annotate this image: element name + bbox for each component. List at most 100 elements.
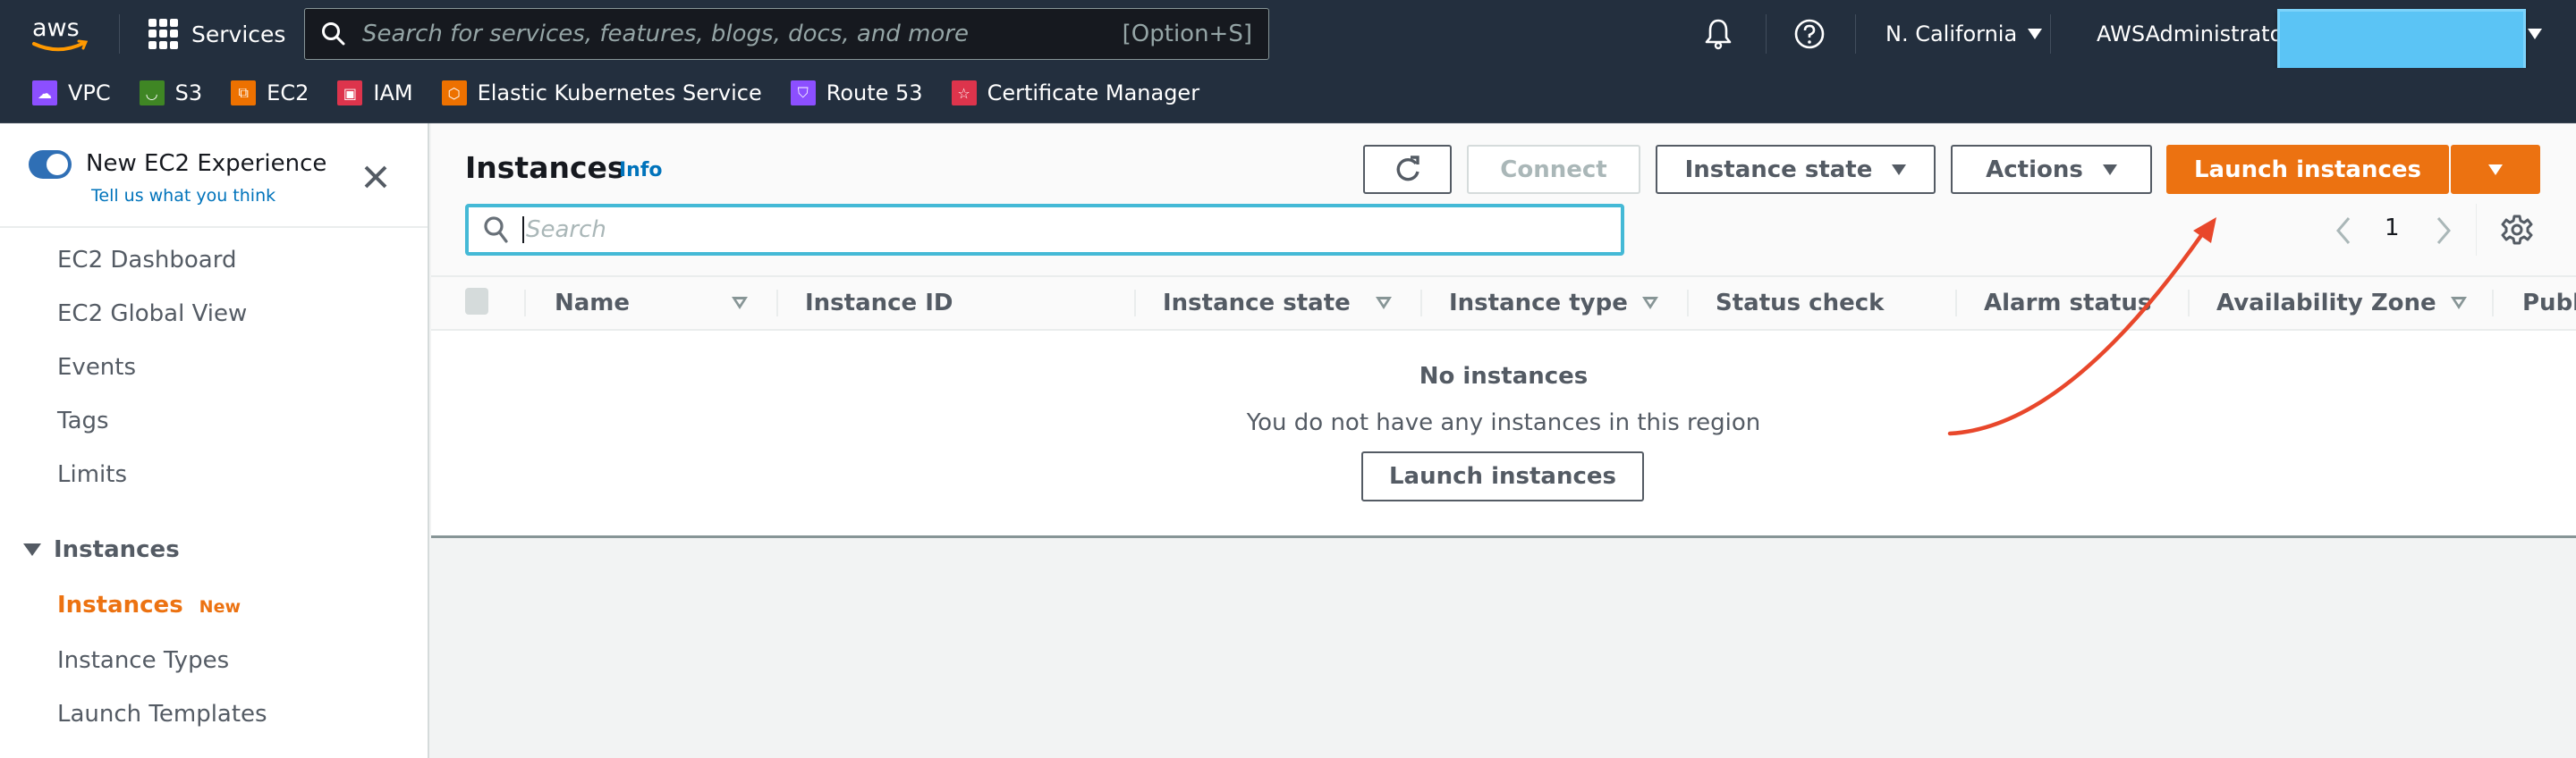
column-header-name[interactable]: Name — [555, 290, 630, 316]
redacted-account-id — [2277, 9, 2526, 73]
favorite-label: S3 — [174, 80, 203, 105]
favorite-label: Elastic Kubernetes Service — [477, 80, 762, 105]
global-search-placeholder: Search for services, features, blogs, do… — [362, 21, 969, 47]
favorite-route53[interactable]: ⛉ Route 53 — [790, 80, 923, 105]
svg-text:aws: aws — [32, 14, 80, 42]
sidebar-item-limits[interactable]: Limits — [57, 461, 127, 488]
favorite-vpc[interactable]: ☁ VPC — [32, 80, 111, 105]
sidebar-item-tags[interactable]: Tags — [57, 408, 109, 434]
sidebar-item-instance-types[interactable]: Instance Types — [57, 647, 229, 674]
favorite-iam[interactable]: ▣ IAM — [337, 80, 413, 105]
services-menu-button[interactable]: Services — [148, 18, 285, 50]
search-icon — [322, 22, 345, 46]
divider — [119, 14, 120, 54]
expand-triangle-icon — [23, 543, 41, 556]
s3-icon: ◡ — [139, 80, 165, 105]
refresh-button[interactable] — [1363, 145, 1452, 194]
caret-down-icon — [1892, 164, 1907, 175]
column-divider — [524, 290, 526, 316]
route53-icon: ⛉ — [790, 80, 816, 105]
instance-state-label: Instance state — [1684, 156, 1873, 183]
account-caret-down-icon[interactable] — [2528, 29, 2542, 39]
search-field[interactable] — [526, 216, 1420, 243]
column-divider — [2492, 290, 2494, 316]
filter-icon[interactable] — [1642, 297, 1658, 309]
select-all-checkbox[interactable] — [465, 288, 488, 315]
actions-dropdown[interactable]: Actions — [1951, 145, 2152, 194]
services-label: Services — [191, 21, 286, 47]
column-header-alarm-status[interactable]: Alarm status — [1984, 290, 2151, 316]
favorite-s3[interactable]: ◡ S3 — [139, 80, 203, 105]
favorite-ec2[interactable]: ⧉ EC2 — [231, 80, 309, 105]
info-link[interactable]: Info — [619, 159, 663, 181]
region-selector[interactable]: N. California — [1885, 13, 2043, 55]
close-icon[interactable] — [358, 159, 394, 195]
vpc-icon: ☁ — [32, 80, 57, 105]
instances-search-input[interactable] — [465, 204, 1624, 256]
column-divider — [1687, 290, 1689, 316]
divider — [1766, 14, 1767, 54]
caret-down-icon — [2102, 164, 2117, 175]
page-number[interactable]: 1 — [2385, 215, 2400, 241]
account-menu[interactable]: AWSAdministrator — [2097, 13, 2292, 55]
next-page-icon[interactable] — [2433, 215, 2454, 247]
column-header-instance-state[interactable]: Instance state — [1163, 290, 1351, 316]
sidebar-group-label: Instances — [54, 536, 180, 563]
sidebar-item-instances[interactable]: Instances New — [57, 592, 241, 619]
ec2-icon: ⧉ — [231, 80, 257, 105]
favorite-eks[interactable]: ⬡ Elastic Kubernetes Service — [441, 80, 762, 105]
sidebar-divider — [0, 226, 428, 228]
table-header: Name Instance ID Instance state Instance… — [431, 275, 2576, 331]
sidebar: New EC2 Experience Tell us what you thin… — [0, 123, 429, 758]
sidebar-item-label: Instances — [57, 592, 183, 619]
new-experience-toggle[interactable] — [29, 150, 72, 179]
column-divider — [1955, 290, 1957, 316]
column-header-instance-type[interactable]: Instance type — [1449, 290, 1628, 316]
global-search-input[interactable]: Search for services, features, blogs, do… — [304, 8, 1269, 60]
experience-label: New EC2 Experience — [86, 150, 327, 177]
caret-down-icon — [2028, 29, 2043, 39]
account-name: AWSAdministrator — [2097, 21, 2292, 46]
column-divider — [776, 290, 778, 316]
aws-logo[interactable]: aws — [30, 14, 89, 54]
feedback-link[interactable]: Tell us what you think — [91, 186, 275, 206]
sidebar-item-launch-templates[interactable]: Launch Templates — [57, 701, 267, 728]
empty-launch-instances-button[interactable]: Launch instances — [1361, 451, 1644, 501]
region-label: N. California — [1885, 21, 2018, 46]
filter-icon[interactable] — [2451, 297, 2467, 309]
favorites-list: ☁ VPC ◡ S3 ⧉ EC2 ▣ IAM ⬡ Elastic Kuberne… — [32, 80, 1199, 105]
favorite-certificate-manager[interactable]: ☆ Certificate Manager — [951, 80, 1200, 105]
launch-instances-button[interactable]: Launch instances — [2166, 145, 2449, 194]
previous-page-icon[interactable] — [2333, 215, 2354, 247]
help-icon[interactable] — [1793, 18, 1826, 50]
column-header-public[interactable]: Publ — [2522, 290, 2576, 316]
sidebar-item-events[interactable]: Events — [57, 354, 136, 381]
top-navigation-bar: aws Services Search for services, featur… — [0, 0, 2576, 73]
column-header-instance-id[interactable]: Instance ID — [805, 290, 953, 316]
column-header-availability-zone[interactable]: Availability Zone — [2216, 290, 2436, 316]
sidebar-item-ec2-global-view[interactable]: EC2 Global View — [57, 300, 247, 327]
favorite-label: Certificate Manager — [987, 80, 1200, 105]
text-cursor — [522, 216, 524, 243]
bell-icon[interactable] — [1703, 18, 1733, 50]
iam-icon: ▣ — [337, 80, 363, 105]
filter-icon[interactable] — [1376, 297, 1392, 309]
launch-options-dropdown[interactable] — [2451, 145, 2540, 194]
column-header-status-check[interactable]: Status check — [1716, 290, 1884, 316]
sidebar-item-ec2-dashboard[interactable]: EC2 Dashboard — [57, 247, 236, 274]
favorite-label: IAM — [373, 80, 413, 105]
empty-state-title: No instances — [1419, 363, 1589, 390]
gear-icon[interactable] — [2501, 214, 2533, 246]
refresh-icon — [1396, 155, 1419, 181]
filter-icon[interactable] — [732, 297, 748, 309]
instance-state-dropdown[interactable]: Instance state — [1656, 145, 1936, 194]
search-shortcut: [Option+S] — [1122, 21, 1252, 47]
eks-icon: ⬡ — [441, 80, 467, 105]
connect-button[interactable]: Connect — [1467, 145, 1640, 194]
page-title: Instances — [465, 150, 625, 185]
acm-icon: ☆ — [951, 80, 977, 105]
divider — [1855, 14, 1856, 54]
favorite-label: EC2 — [267, 80, 309, 105]
column-divider — [2188, 290, 2190, 316]
sidebar-group-instances[interactable]: Instances — [23, 536, 180, 563]
